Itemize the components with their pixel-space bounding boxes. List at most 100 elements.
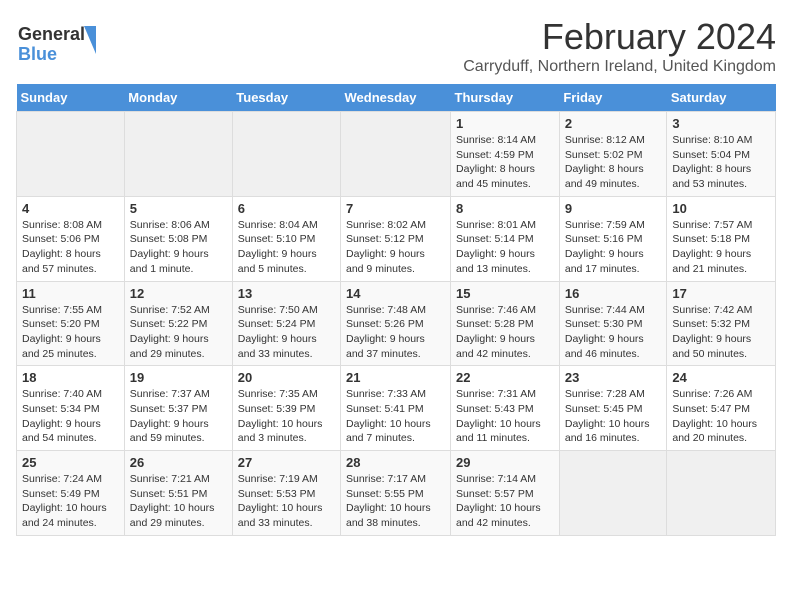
calendar-cell: 27 Sunrise: 7:19 AM Sunset: 5:53 PM Dayli… [232,451,340,536]
col-tuesday: Tuesday [232,84,340,112]
logo-svg: General Blue [16,16,106,66]
day-number: 3 [672,116,770,131]
day-number: 19 [130,370,227,385]
day-number: 6 [238,201,335,216]
calendar-cell: 18Sunrise: 7:40 AM Sunset: 5:34 PM Dayli… [17,366,125,451]
calendar-cell: 26 Sunrise: 7:21 AM Sunset: 5:51 PM Dayli… [124,451,232,536]
day-info: Sunrise: 7:40 AM Sunset: 5:34 PM Dayligh… [22,387,119,446]
day-number: 8 [456,201,554,216]
day-info: Sunrise: 7:21 AM Sunset: 5:51 PM Dayligh… [130,472,227,531]
calendar-cell: 16 Sunrise: 7:44 AM Sunset: 5:30 PM Dayli… [559,281,667,366]
day-number: 27 [238,455,335,470]
calendar-table: Sunday Monday Tuesday Wednesday Thursday… [16,84,776,536]
day-info: Sunrise: 7:31 AM Sunset: 5:43 PM Dayligh… [456,387,554,446]
day-number: 16 [565,286,662,301]
day-number: 28 [346,455,445,470]
calendar-cell [341,112,451,197]
calendar-cell: 22 Sunrise: 7:31 AM Sunset: 5:43 PM Dayli… [451,366,560,451]
title-area: February 2024 Carryduff, Northern Irelan… [463,16,776,76]
day-info: Sunrise: 8:01 AM Sunset: 5:14 PM Dayligh… [456,218,554,277]
day-info: Sunrise: 8:02 AM Sunset: 5:12 PM Dayligh… [346,218,445,277]
calendar-cell: 19 Sunrise: 7:37 AM Sunset: 5:37 PM Dayli… [124,366,232,451]
day-info: Sunrise: 8:10 AM Sunset: 5:04 PM Dayligh… [672,133,770,192]
day-info: Sunrise: 7:55 AM Sunset: 5:20 PM Dayligh… [22,303,119,362]
day-info: Sunrise: 7:50 AM Sunset: 5:24 PM Dayligh… [238,303,335,362]
day-number: 24 [672,370,770,385]
calendar-cell: 25 Sunrise: 7:24 AM Sunset: 5:49 PM Dayli… [17,451,125,536]
day-number: 13 [238,286,335,301]
day-number: 12 [130,286,227,301]
logo: General Blue [16,16,106,66]
page-header: General Blue February 2024 Carryduff, No… [16,16,776,76]
day-number: 25 [22,455,119,470]
col-wednesday: Wednesday [341,84,451,112]
calendar-cell: 29Sunrise: 7:14 AM Sunset: 5:57 PM Dayli… [451,451,560,536]
day-number: 10 [672,201,770,216]
calendar-cell: 14 Sunrise: 7:48 AM Sunset: 5:26 PM Dayli… [341,281,451,366]
calendar-cell: 8 Sunrise: 8:01 AM Sunset: 5:14 PM Daylig… [451,196,560,281]
day-number: 4 [22,201,119,216]
day-info: Sunrise: 7:42 AM Sunset: 5:32 PM Dayligh… [672,303,770,362]
day-info: Sunrise: 8:06 AM Sunset: 5:08 PM Dayligh… [130,218,227,277]
calendar-week-3: 11 Sunrise: 7:55 AM Sunset: 5:20 PM Dayli… [17,281,776,366]
day-number: 11 [22,286,119,301]
day-info: Sunrise: 7:33 AM Sunset: 5:41 PM Dayligh… [346,387,445,446]
day-info: Sunrise: 7:57 AM Sunset: 5:18 PM Dayligh… [672,218,770,277]
calendar-cell [232,112,340,197]
day-number: 5 [130,201,227,216]
calendar-cell: 5 Sunrise: 8:06 AM Sunset: 5:08 PM Daylig… [124,196,232,281]
day-info: Sunrise: 8:14 AM Sunset: 4:59 PM Dayligh… [456,133,554,192]
day-number: 1 [456,116,554,131]
subtitle: Carryduff, Northern Ireland, United King… [463,58,776,76]
day-info: Sunrise: 7:37 AM Sunset: 5:37 PM Dayligh… [130,387,227,446]
calendar-week-4: 18Sunrise: 7:40 AM Sunset: 5:34 PM Dayli… [17,366,776,451]
day-number: 21 [346,370,445,385]
day-info: Sunrise: 7:44 AM Sunset: 5:30 PM Dayligh… [565,303,662,362]
day-number: 26 [130,455,227,470]
calendar-cell: 23 Sunrise: 7:28 AM Sunset: 5:45 PM Dayli… [559,366,667,451]
svg-text:Blue: Blue [18,44,57,64]
day-info: Sunrise: 7:26 AM Sunset: 5:47 PM Dayligh… [672,387,770,446]
calendar-week-1: 1 Sunrise: 8:14 AM Sunset: 4:59 PM Daylig… [17,112,776,197]
calendar-header: Sunday Monday Tuesday Wednesday Thursday… [17,84,776,112]
day-info: Sunrise: 7:35 AM Sunset: 5:39 PM Dayligh… [238,387,335,446]
calendar-cell: 9 Sunrise: 7:59 AM Sunset: 5:16 PM Daylig… [559,196,667,281]
calendar-cell: 24 Sunrise: 7:26 AM Sunset: 5:47 PM Dayli… [667,366,776,451]
calendar-cell: 20 Sunrise: 7:35 AM Sunset: 5:39 PM Dayli… [232,366,340,451]
day-number: 23 [565,370,662,385]
day-info: Sunrise: 7:59 AM Sunset: 5:16 PM Dayligh… [565,218,662,277]
day-info: Sunrise: 7:48 AM Sunset: 5:26 PM Dayligh… [346,303,445,362]
day-number: 22 [456,370,554,385]
calendar-cell [667,451,776,536]
calendar-body: 1 Sunrise: 8:14 AM Sunset: 4:59 PM Daylig… [17,112,776,536]
day-number: 17 [672,286,770,301]
calendar-cell: 15Sunrise: 7:46 AM Sunset: 5:28 PM Dayli… [451,281,560,366]
calendar-cell: 17 Sunrise: 7:42 AM Sunset: 5:32 PM Dayli… [667,281,776,366]
calendar-cell: 10 Sunrise: 7:57 AM Sunset: 5:18 PM Dayli… [667,196,776,281]
day-info: Sunrise: 7:14 AM Sunset: 5:57 PM Dayligh… [456,472,554,531]
col-thursday: Thursday [451,84,560,112]
day-number: 20 [238,370,335,385]
col-saturday: Saturday [667,84,776,112]
calendar-cell: 7Sunrise: 8:02 AM Sunset: 5:12 PM Daylig… [341,196,451,281]
day-info: Sunrise: 8:04 AM Sunset: 5:10 PM Dayligh… [238,218,335,277]
calendar-cell: 11 Sunrise: 7:55 AM Sunset: 5:20 PM Dayli… [17,281,125,366]
calendar-cell [559,451,667,536]
calendar-cell: 2Sunrise: 8:12 AM Sunset: 5:02 PM Daylig… [559,112,667,197]
calendar-cell: 4 Sunrise: 8:08 AM Sunset: 5:06 PM Daylig… [17,196,125,281]
header-row: Sunday Monday Tuesday Wednesday Thursday… [17,84,776,112]
calendar-cell: 13 Sunrise: 7:50 AM Sunset: 5:24 PM Dayli… [232,281,340,366]
day-info: Sunrise: 7:24 AM Sunset: 5:49 PM Dayligh… [22,472,119,531]
day-number: 9 [565,201,662,216]
day-info: Sunrise: 7:28 AM Sunset: 5:45 PM Dayligh… [565,387,662,446]
calendar-cell: 28Sunrise: 7:17 AM Sunset: 5:55 PM Dayli… [341,451,451,536]
calendar-cell: 3 Sunrise: 8:10 AM Sunset: 5:04 PM Daylig… [667,112,776,197]
calendar-cell [124,112,232,197]
day-number: 14 [346,286,445,301]
calendar-cell [17,112,125,197]
col-monday: Monday [124,84,232,112]
day-info: Sunrise: 8:08 AM Sunset: 5:06 PM Dayligh… [22,218,119,277]
day-number: 15 [456,286,554,301]
calendar-cell: 21 Sunrise: 7:33 AM Sunset: 5:41 PM Dayli… [341,366,451,451]
day-info: Sunrise: 7:19 AM Sunset: 5:53 PM Dayligh… [238,472,335,531]
